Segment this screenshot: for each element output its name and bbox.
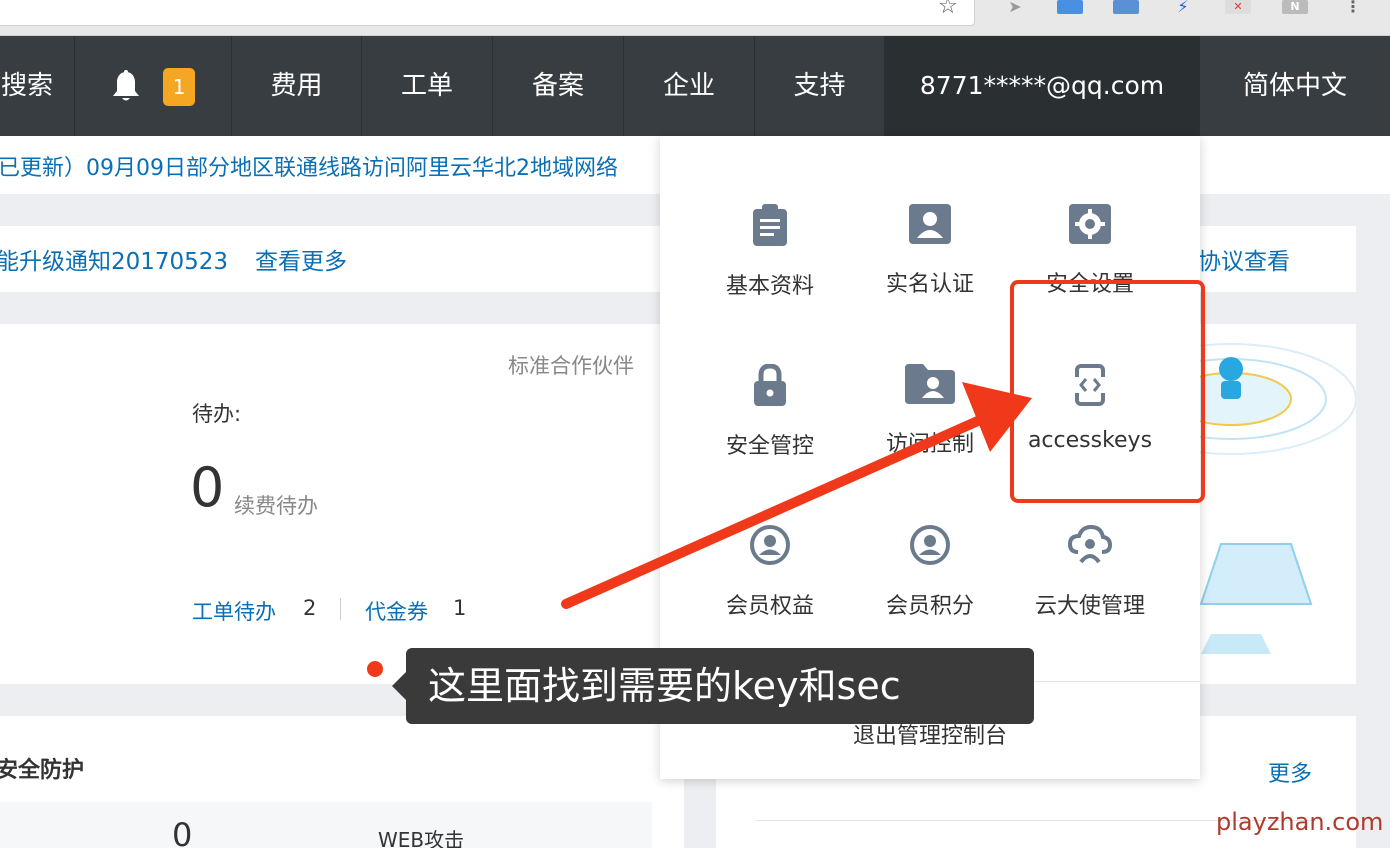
- watermark: playzhan.com: [1216, 808, 1384, 836]
- page: ☆ ➤ ⚡ ✕ N ⋮ 搜索 1 费用 工单 备案 企业 支持 8771****…: [0, 0, 1390, 848]
- annotation-tooltip: 这里面找到需要的key和sec: [392, 648, 1034, 724]
- annotation-dot: [367, 661, 383, 677]
